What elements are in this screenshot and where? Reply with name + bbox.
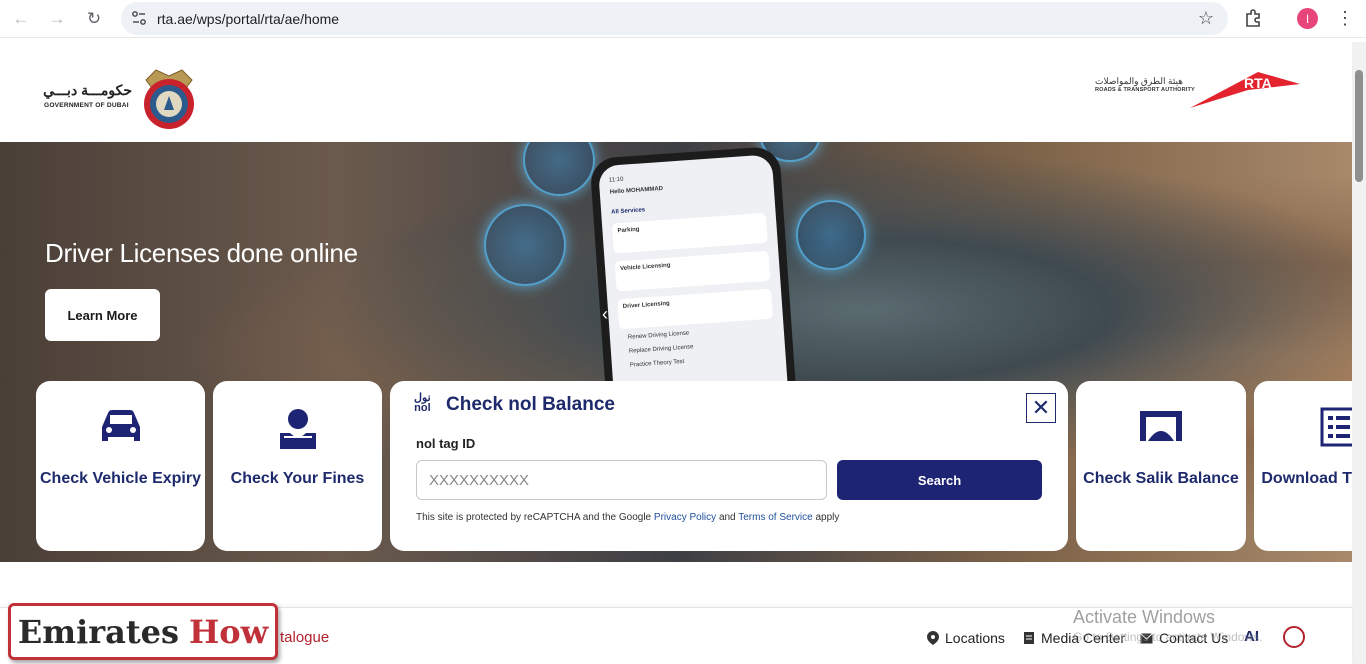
card-check-your-fines[interactable]: Check Your Fines [213, 381, 382, 551]
locations-link[interactable]: Locations [927, 630, 1005, 646]
scrollbar-thumb[interactable] [1355, 70, 1363, 182]
bubble-decoration [484, 204, 566, 286]
address-bar[interactable]: rta.ae/wps/portal/rta/ae/home ☆ [121, 2, 1228, 35]
locations-label: Locations [945, 630, 1005, 646]
rta-logo-arabic: هيئة الطرق والمواصلات [1095, 76, 1184, 86]
nol-search-button[interactable]: Search [837, 460, 1042, 500]
car-icon [101, 410, 140, 441]
url-text[interactable]: rta.ae/wps/portal/rta/ae/home [157, 11, 339, 27]
svg-text:RTA: RTA [1244, 75, 1272, 91]
phone-item: Vehicle Licensing [614, 250, 771, 292]
bubble-decoration [523, 142, 595, 196]
hero-title: Driver Licenses done online [45, 238, 358, 268]
extensions-icon[interactable] [1243, 7, 1265, 29]
activate-windows-title: Activate Windows [1073, 607, 1216, 627]
carousel-next-icon[interactable]: › [738, 304, 744, 325]
nol-tag-input[interactable] [416, 460, 827, 500]
gov-logo-english: GOVERNMENT OF DUBAI [44, 102, 129, 109]
salik-gate-icon [1140, 411, 1182, 441]
captcha-and: and [718, 512, 736, 523]
watermark-part-1: Emirates [17, 612, 180, 651]
carousel-dot-active[interactable] [718, 308, 724, 314]
emirates-how-watermark: Emirates How [8, 603, 278, 660]
accessibility-icon[interactable] [1283, 626, 1305, 648]
carousel-dot[interactable] [704, 308, 710, 314]
card-label: Download Timetable [1261, 470, 1366, 487]
fines-icon [279, 409, 316, 449]
phone-section: All Services [611, 207, 646, 216]
card-check-salik-balance[interactable]: Check Salik Balance [1076, 381, 1246, 551]
card-download-timetable[interactable]: Download Timetable [1254, 381, 1366, 551]
card-label: Check Salik Balance [1083, 470, 1239, 487]
bookmark-star-icon[interactable]: ☆ [1198, 8, 1214, 29]
document-icon [1024, 632, 1034, 644]
learn-more-button[interactable]: Learn More [45, 289, 160, 341]
dubai-emblem-icon[interactable] [136, 66, 202, 132]
nol-balance-panel: نول nol Check nol Balance ✕ nol tag ID S… [390, 381, 1068, 551]
card-label: Check Your Fines [230, 470, 365, 487]
gov-logo-arabic: حكومـــة دبـــي [43, 82, 132, 98]
browser-menu-icon[interactable]: ⋮ [1336, 6, 1354, 30]
rta-logo-icon[interactable]: RTA [1188, 68, 1302, 110]
nol-logo: نول nol [414, 393, 431, 414]
recaptcha-notice: This site is protected by reCAPTCHA and … [416, 512, 839, 523]
close-icon[interactable]: ✕ [1026, 393, 1056, 423]
location-pin-icon [927, 631, 939, 645]
nol-title: Check nol Balance [446, 394, 615, 415]
forward-icon[interactable]: → [44, 6, 70, 32]
activate-windows-subtitle: Go to Settings to activate Windows. [1073, 630, 1263, 644]
rta-logo-english: ROADS & TRANSPORT AUTHORITY [1095, 87, 1195, 93]
reload-icon[interactable]: ↻ [81, 6, 107, 32]
captcha-suffix: apply [815, 512, 840, 523]
profile-avatar[interactable]: I [1297, 8, 1318, 29]
card-label: Check Vehicle Expiry [40, 470, 201, 487]
terms-of-service-link[interactable]: Terms of Service [738, 512, 812, 523]
page-scrollbar[interactable] [1352, 42, 1366, 664]
nol-logo-english: nol [414, 402, 431, 414]
site-header: حكومـــة دبـــي GOVERNMENT OF DUBAI هيئة… [0, 42, 1352, 142]
back-icon[interactable]: ← [8, 6, 34, 32]
site-info-icon[interactable] [131, 10, 147, 26]
privacy-policy-link[interactable]: Privacy Policy [654, 512, 716, 523]
phone-subitem: Practice Theory Test [629, 358, 685, 369]
browser-toolbar: ← → ↻ rta.ae/wps/portal/rta/ae/home ☆ I … [0, 0, 1366, 38]
carousel-prev-icon[interactable]: ‹ [602, 304, 608, 325]
phone-item: Parking [611, 212, 768, 254]
card-check-vehicle-expiry[interactable]: Check Vehicle Expiry [36, 381, 205, 551]
catalogue-link[interactable]: talogue [280, 629, 329, 646]
nol-tag-label: nol tag ID [416, 436, 476, 451]
watermark-part-2: How [189, 612, 269, 651]
captcha-prefix: This site is protected by reCAPTCHA and … [416, 512, 652, 523]
carousel-pause-icon[interactable]: ❚❚ [632, 305, 654, 321]
bubble-decoration [796, 200, 866, 270]
phone-subitem: Replace Driving License [628, 344, 694, 355]
